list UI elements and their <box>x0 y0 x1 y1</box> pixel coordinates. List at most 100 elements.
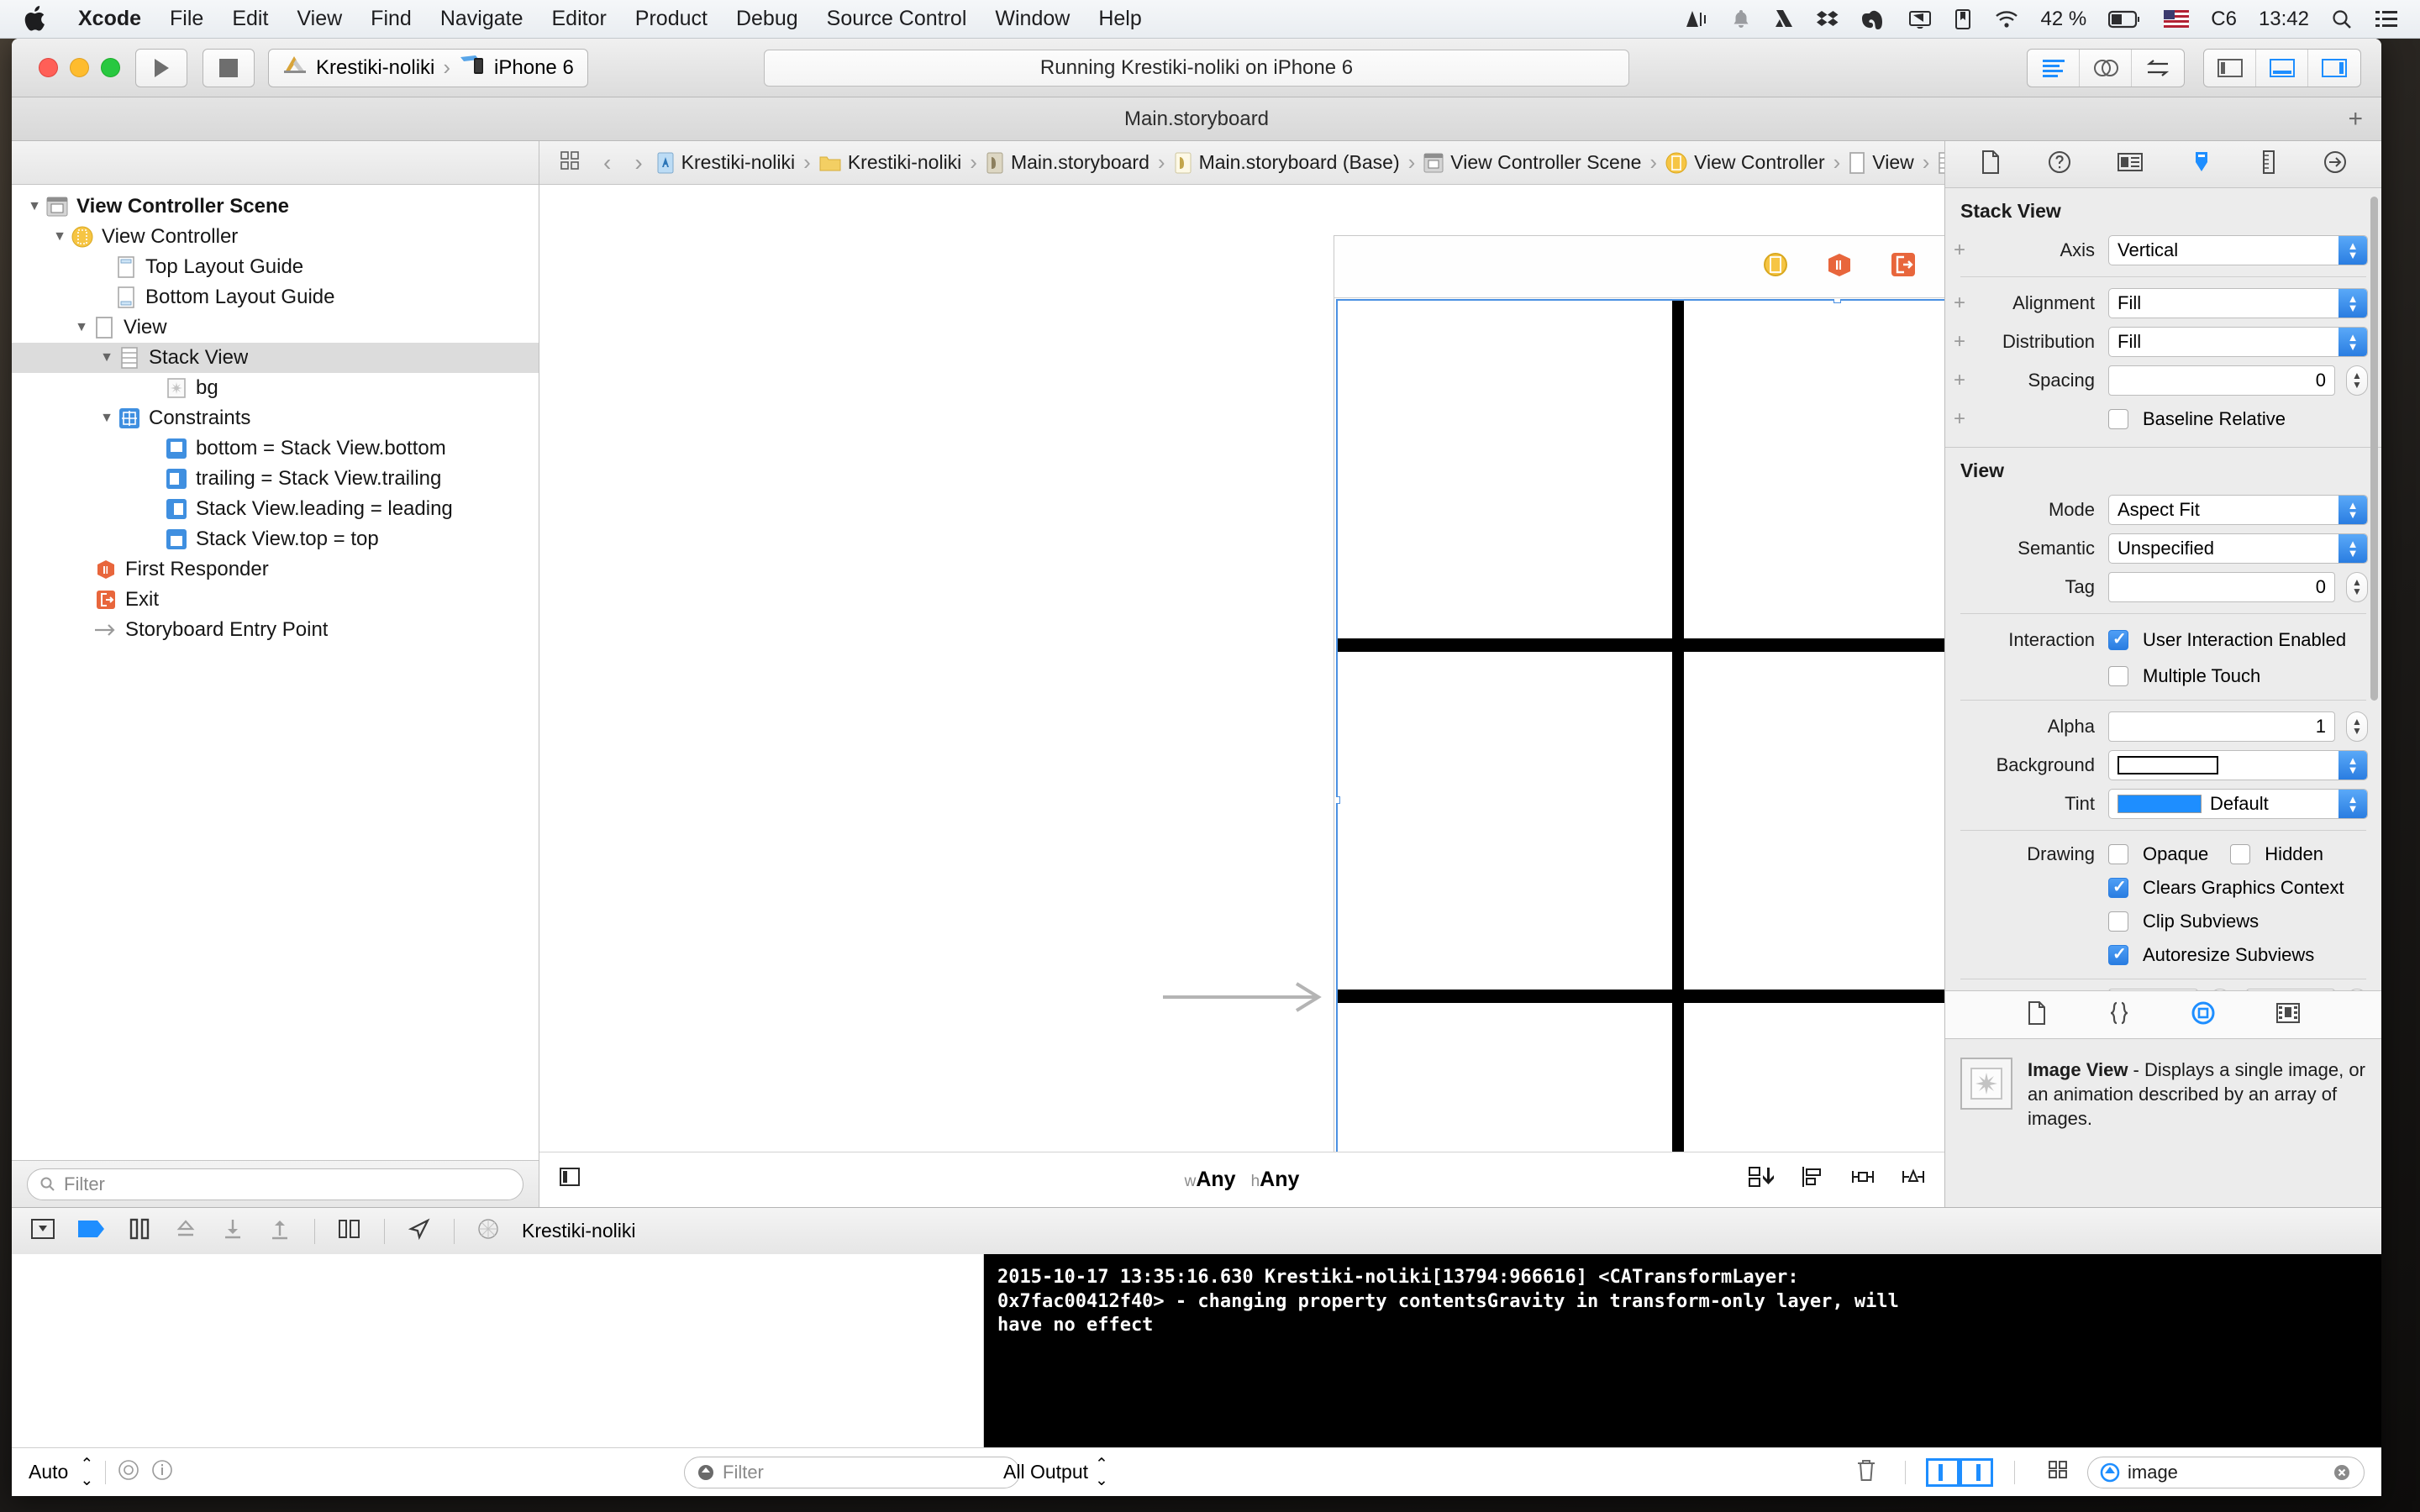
toggle-navigator-icon[interactable] <box>2204 49 2256 87</box>
version-editor-icon[interactable] <box>2132 50 2184 87</box>
step-over-icon[interactable] <box>173 1217 198 1246</box>
info-icon[interactable] <box>151 1459 173 1486</box>
run-button[interactable] <box>135 48 187 87</box>
evernote-icon[interactable] <box>1861 8 1886 30</box>
add-tab-button[interactable]: + <box>2348 105 2363 134</box>
menu-bar-clock[interactable]: 13:42 <box>2259 8 2309 31</box>
code-snippet-library-icon[interactable] <box>2107 1000 2131 1030</box>
storyboard-canvas[interactable] <box>539 185 1944 1152</box>
battery-icon[interactable] <box>2108 10 2142 29</box>
console-filter-field[interactable]: Filter <box>684 1456 1020 1488</box>
standard-editor-icon[interactable] <box>2028 49 2080 87</box>
wifi-icon[interactable] <box>1994 9 2019 29</box>
notification-center-icon[interactable] <box>2375 10 2398 29</box>
scheme-selector[interactable]: Krestiki-noliki › iPhone 6 <box>268 48 588 87</box>
selection-handle[interactable] <box>1336 796 1340 804</box>
close-button[interactable] <box>39 58 58 77</box>
background-color-popup[interactable]: ▲ ▼ <box>2108 750 2368 780</box>
stretch-y-field[interactable]: 0 <box>2245 989 2335 990</box>
tree-row-bottom-layout-guide[interactable]: ▼ Bottom Layout Guide <box>12 282 539 312</box>
stretch-x-field[interactable]: 0 <box>2108 989 2198 990</box>
pause-icon[interactable] <box>128 1217 151 1246</box>
menu-item-debug[interactable]: Debug <box>722 7 813 31</box>
menu-item-edit[interactable]: Edit <box>218 7 282 31</box>
show-variables-icon[interactable] <box>1926 1457 1960 1487</box>
disclosure-triangle-icon[interactable]: ▼ <box>24 199 45 214</box>
tree-row-first-responder[interactable]: ▼ First Responder <box>12 554 539 585</box>
show-console-icon[interactable] <box>1960 1457 1993 1487</box>
menu-item-product[interactable]: Product <box>621 7 722 31</box>
google-drive-icon[interactable] <box>1772 8 1794 30</box>
stretch-x-stepper[interactable]: ▲▼ <box>2208 989 2231 990</box>
mode-popup[interactable]: Aspect Fit ▲ ▼ <box>2108 495 2368 525</box>
add-variation-icon[interactable]: + <box>1950 239 1969 262</box>
menu-item-file[interactable]: File <box>155 7 218 31</box>
library-search-field[interactable]: image <box>2087 1456 2365 1488</box>
minimize-button[interactable] <box>70 58 89 77</box>
step-into-icon[interactable] <box>220 1217 245 1246</box>
tree-row-constraint-trailing[interactable]: ▼ trailing = Stack View.trailing <box>12 464 539 494</box>
axis-popup[interactable]: Vertical ▲ ▼ <box>2108 235 2368 265</box>
stop-button[interactable] <box>203 48 255 87</box>
variables-scope-label[interactable]: Auto <box>29 1461 68 1483</box>
spacing-stepper[interactable]: ▲ ▼ <box>2346 365 2368 396</box>
disclosure-triangle-icon[interactable]: ▼ <box>96 350 118 365</box>
assistant-editor-icon[interactable] <box>2080 49 2132 87</box>
dropbox-icon[interactable] <box>1816 8 1839 30</box>
bookmark-icon[interactable] <box>1954 8 1972 30</box>
disclosure-triangle-icon[interactable]: ▼ <box>71 320 92 335</box>
breadcrumb-back-button[interactable]: ‹ <box>593 150 621 176</box>
object-library-icon[interactable] <box>2191 1000 2216 1030</box>
menu-item-find[interactable]: Find <box>356 7 426 31</box>
pin-icon[interactable] <box>1850 1165 1876 1194</box>
tree-row-top-layout-guide[interactable]: ▼ Top Layout Guide <box>12 252 539 282</box>
alignment-popup[interactable]: Fill ▲ ▼ <box>2108 288 2368 318</box>
input-source-label[interactable]: C6 <box>2211 8 2237 31</box>
toggle-debug-area-icon[interactable] <box>2256 49 2308 87</box>
spacing-field[interactable]: 0 <box>2108 365 2335 396</box>
tree-row-constraint-leading[interactable]: ▼ Stack View.leading = leading <box>12 494 539 524</box>
device-screen[interactable] <box>1336 299 1944 1152</box>
clears-graphics-checkbox[interactable] <box>2108 876 2128 898</box>
clear-field-icon[interactable] <box>2332 1462 2352 1483</box>
airplay-display-icon[interactable] <box>1908 8 1932 30</box>
hidden-checkbox[interactable] <box>2230 844 2251 864</box>
related-files-icon[interactable] <box>551 150 590 176</box>
tree-row-constraints[interactable]: ▼ Constraints <box>12 403 539 433</box>
search-icon[interactable] <box>2331 8 2353 30</box>
menu-item-window[interactable]: Window <box>981 7 1084 31</box>
breadcrumb-item-storyboard-base[interactable]: Main.storyboard (Base) <box>1174 151 1400 174</box>
us-flag-icon[interactable] <box>2164 10 2190 28</box>
view-controller-circle-icon[interactable] <box>1761 250 1790 283</box>
disclosure-triangle-icon[interactable]: ▼ <box>96 411 118 426</box>
hide-debug-area-icon[interactable] <box>30 1217 55 1246</box>
library-grid-icon[interactable] <box>2047 1459 2070 1486</box>
menu-item-editor[interactable]: Editor <box>537 7 620 31</box>
alpha-field[interactable]: 1 <box>2108 711 2335 742</box>
tag-field[interactable]: 0 <box>2108 572 2335 602</box>
align-icon[interactable] <box>1800 1165 1825 1194</box>
media-library-icon[interactable] <box>2275 1002 2301 1028</box>
tree-row-stack-view[interactable]: ▼ Stack View <box>12 343 539 373</box>
semantic-popup[interactable]: Unspecified ▲ ▼ <box>2108 533 2368 564</box>
breadcrumb-item-folder[interactable]: Krestiki-noliki <box>819 151 961 174</box>
resolve-issues-icon[interactable] <box>1901 1165 1926 1194</box>
add-variation-icon[interactable]: + <box>1950 407 1969 431</box>
output-scope-selector[interactable]: All Output ⌃ ⌄ <box>1003 1457 1108 1488</box>
tree-row-view-controller-scene[interactable]: ▼ View Controller Scene <box>12 192 539 222</box>
breadcrumb-item-view-controller[interactable]: View Controller <box>1665 151 1825 174</box>
user-interaction-checkbox[interactable] <box>2108 628 2128 650</box>
view-controller-scene-device[interactable] <box>1334 235 1944 1152</box>
breakpoints-icon[interactable] <box>77 1218 106 1245</box>
exit-icon[interactable] <box>1889 250 1918 283</box>
chevron-updown-icon[interactable]: ⌃ ⌄ <box>80 1457 93 1488</box>
toggle-document-outline-icon[interactable] <box>558 1165 581 1194</box>
add-variation-icon[interactable]: + <box>1950 369 1969 392</box>
connections-inspector-icon[interactable] <box>2323 150 2347 178</box>
menu-item-navigate[interactable]: Navigate <box>426 7 538 31</box>
audio-meter-icon[interactable] <box>1685 8 1710 30</box>
step-out-icon[interactable] <box>267 1217 292 1246</box>
quick-help-icon[interactable] <box>2048 150 2071 178</box>
tree-row-constraint-bottom[interactable]: ▼ bottom = Stack View.bottom <box>12 433 539 464</box>
debug-process-label[interactable]: Krestiki-noliki <box>522 1220 635 1242</box>
